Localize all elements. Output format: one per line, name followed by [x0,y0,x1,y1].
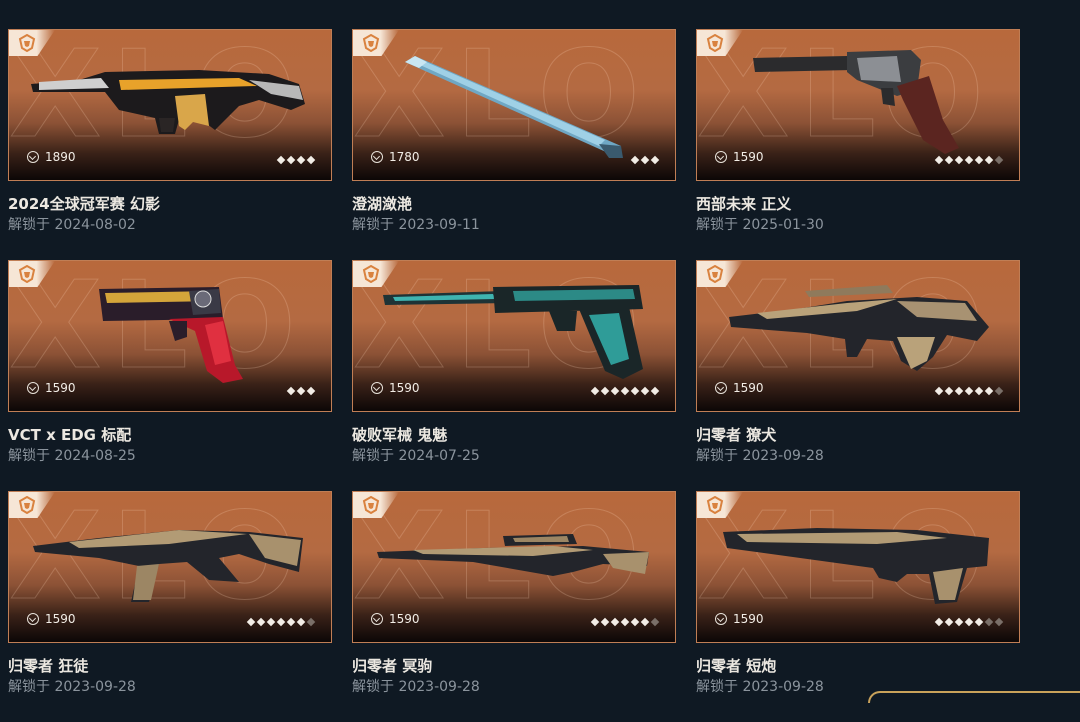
valorant-points-icon [371,151,383,163]
corner-decoration [868,691,1080,703]
skin-title: 澄湖潋滟 [352,195,413,213]
skin-item[interactable]: XLO 1590 归零者 狂徒 解锁于 2023-09-28 [8,491,332,722]
price-value: 1590 [45,381,76,395]
unlock-date: 解锁于 2023-09-28 [8,679,136,695]
price-value: 1590 [389,612,420,626]
skin-title: VCT x EDG 标配 [8,426,132,444]
skin-card[interactable]: XLO 1780 [352,29,676,181]
skin-card[interactable]: XLO 1590 [352,491,676,643]
skin-title: 破败军械 鬼魅 [352,426,448,444]
skin-title: 2024全球冠军赛 幻影 [8,195,160,213]
skin-card[interactable]: XLO 1590 [696,29,1020,181]
skin-card[interactable]: XLO 1590 [352,260,676,412]
skin-card[interactable]: XLO 1590 [8,260,332,412]
price-tag: 1590 [27,612,76,626]
valorant-points-icon [27,613,39,625]
valorant-points-icon [715,151,727,163]
price-tag: 1590 [715,612,764,626]
tier-dots [286,386,316,396]
tier-dots [590,617,660,627]
price-tag: 1590 [715,381,764,395]
unlock-date: 解锁于 2023-09-11 [352,217,480,233]
skin-item[interactable]: XLO 1590 VCT x EDG 标配 解锁于 2024-08-25 [8,260,332,491]
skin-title: 归零者 短炮 [696,657,777,675]
tier-dots [934,155,1004,165]
valorant-points-icon [715,613,727,625]
unlock-date: 解锁于 2024-08-02 [8,217,136,233]
price-tag: 1590 [371,612,420,626]
skin-item[interactable]: XLO 1590 西部未来 正义 解锁于 2025-01-30 [696,29,1020,260]
unlock-date: 解锁于 2024-08-25 [8,448,136,464]
skin-title: 西部未来 正义 [696,195,792,213]
tier-dots [246,617,316,627]
skin-item[interactable]: XLO 1890 2024全球冠军赛 幻影 解锁于 2024-08-02 [8,29,332,260]
unlock-date: 解锁于 2023-09-28 [352,679,480,695]
price-value: 1590 [733,381,764,395]
unlock-date: 解锁于 2024-07-25 [352,448,480,464]
price-tag: 1890 [27,150,76,164]
price-tag: 1590 [715,150,764,164]
skin-card[interactable]: XLO 1590 [696,491,1020,643]
skin-card[interactable]: XLO 1590 [696,260,1020,412]
skin-item[interactable]: XLO 1590 归零者 短炮 解锁于 2023-09-28 [696,491,1020,722]
valorant-points-icon [27,151,39,163]
price-value: 1780 [389,150,420,164]
valorant-points-icon [371,613,383,625]
skin-item[interactable]: XLO 1590 归零者 冥驹 解锁于 2023-09-28 [352,491,676,722]
tier-dots [934,617,1004,627]
skin-item[interactable]: XLO 1780 澄湖潋滟 解锁于 2023-09-11 [352,29,676,260]
price-value: 1590 [389,381,420,395]
price-value: 1590 [733,612,764,626]
price-value: 1590 [733,150,764,164]
skin-card[interactable]: XLO 1590 [8,491,332,643]
unlock-date: 解锁于 2025-01-30 [696,217,824,233]
price-value: 1590 [45,612,76,626]
valorant-points-icon [715,382,727,394]
skin-title: 归零者 冥驹 [352,657,433,675]
unlock-date: 解锁于 2023-09-28 [696,448,824,464]
valorant-points-icon [27,382,39,394]
price-tag: 1780 [371,150,420,164]
tier-dots [630,155,660,165]
valorant-points-icon [371,382,383,394]
tier-dots [934,386,1004,396]
tier-dots [276,155,316,165]
price-value: 1890 [45,150,76,164]
price-tag: 1590 [371,381,420,395]
skin-item[interactable]: XLO 1590 破败军械 鬼魅 解锁于 2024-07-25 [352,260,676,491]
price-tag: 1590 [27,381,76,395]
skin-title: 归零者 狂徒 [8,657,89,675]
collection-grid: XLO 1890 2024全球冠军赛 幻影 解锁于 2024-08-02 [8,29,1020,722]
skin-title: 归零者 獠犬 [696,426,777,444]
skin-card[interactable]: XLO 1890 [8,29,332,181]
tier-dots [590,386,660,396]
skin-item[interactable]: XLO 1590 归零者 獠犬 解锁于 2023-09-28 [696,260,1020,491]
